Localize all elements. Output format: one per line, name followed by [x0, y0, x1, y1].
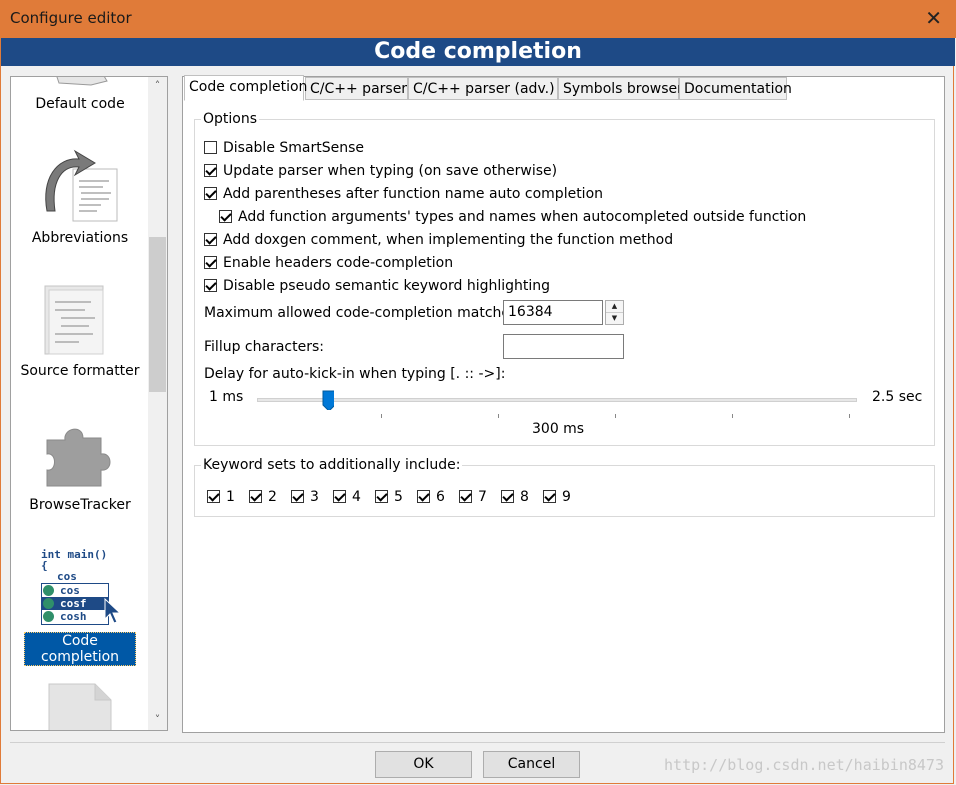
update-parser-checkbox[interactable]: Update parser when typing (on save other…: [204, 161, 557, 181]
spin-up-icon[interactable]: ▲: [606, 301, 623, 313]
keyword-set-6-checkbox[interactable]: 6: [417, 487, 445, 507]
keyword-set-1-checkbox[interactable]: 1: [207, 487, 235, 507]
add-parentheses-checkbox[interactable]: Add parentheses after function name auto…: [204, 184, 603, 204]
add-function-arguments-checkbox[interactable]: Add function arguments' types and names …: [219, 207, 806, 227]
slider-tick: [732, 414, 733, 418]
checkbox-box[interactable]: [219, 210, 232, 223]
sidebar-item-label: Abbreviations: [31, 230, 129, 246]
abbreviations-icon: [45, 149, 118, 222]
delay-min-label: 1 ms: [209, 389, 244, 405]
sidebar-item-label: BrowseTracker: [29, 497, 131, 513]
puzzle-icon: [46, 428, 111, 487]
scrollbar-thumb[interactable]: [149, 237, 166, 392]
sidebar-scrollbar[interactable]: ˄ ˅: [148, 77, 167, 730]
fillup-label: Fillup characters:: [204, 339, 324, 355]
checkbox-box[interactable]: [204, 256, 217, 269]
scroll-down-icon[interactable]: ˅: [148, 713, 167, 726]
keyword-set-7-checkbox[interactable]: 7: [459, 487, 487, 507]
window-title: Configure editor: [10, 9, 132, 27]
delay-slider-track[interactable]: [257, 398, 857, 402]
delay-slider-thumb[interactable]: [322, 390, 334, 410]
keyword-set-2-checkbox[interactable]: 2: [249, 487, 277, 507]
slider-tick: [849, 414, 850, 418]
cursor-icon: [104, 597, 122, 624]
disable-pseudo-semantic-checkbox[interactable]: Disable pseudo semantic keyword highligh…: [204, 276, 550, 296]
close-icon[interactable]: ✕: [925, 7, 942, 29]
keyword-set-5-checkbox[interactable]: 5: [375, 487, 403, 507]
checkbox-box[interactable]: [204, 187, 217, 200]
sidebar-item-label: Source formatter: [20, 363, 140, 379]
tab-documentation[interactable]: Documentation: [679, 77, 792, 100]
footer-separator: [10, 742, 945, 743]
tab-cpp-parser[interactable]: C/C++ parser: [305, 77, 408, 100]
spin-down-icon[interactable]: ▼: [606, 313, 623, 324]
add-doxygen-comment-checkbox[interactable]: Add doxgen comment, when implementing th…: [204, 230, 673, 250]
document-icon: [48, 683, 112, 730]
default-code-icon: [56, 77, 108, 86]
max-matches-label: Maximum allowed code-completion matches:: [204, 305, 523, 321]
checkbox-box[interactable]: [204, 164, 217, 177]
scroll-up-icon[interactable]: ˄: [148, 79, 167, 92]
checkbox-box[interactable]: [204, 279, 217, 292]
keyword-set-9-checkbox[interactable]: 9: [543, 487, 571, 507]
fillup-input[interactable]: [503, 334, 624, 359]
source-formatter-icon: [44, 285, 104, 355]
tab-cpp-parser-adv[interactable]: C/C++ parser (adv.): [408, 77, 558, 100]
options-group-title: Options: [201, 111, 260, 127]
cancel-button[interactable]: Cancel: [483, 751, 580, 778]
checkbox-box[interactable]: [204, 233, 217, 246]
slider-tick: [381, 414, 382, 418]
delay-label: Delay for auto-kick-in when typing [. ::…: [204, 366, 506, 382]
keyword-sets-title: Keyword sets to additionally include:: [201, 457, 463, 473]
disable-smartsense-checkbox[interactable]: Disable SmartSense: [204, 138, 364, 158]
tab-code-completion[interactable]: Code completion: [184, 75, 307, 101]
code-completion-icon: int main() { cos cos cosf cosh: [41, 547, 125, 635]
checkbox-box[interactable]: [204, 141, 217, 154]
sidebar-item-label: Code completion: [24, 632, 136, 666]
title-bar: Configure editor ✕: [0, 0, 956, 38]
keyword-set-3-checkbox[interactable]: 3: [291, 487, 319, 507]
category-list[interactable]: Default code Abbreviations Source format…: [10, 76, 168, 731]
max-matches-input[interactable]: 16384: [503, 300, 603, 325]
sidebar-item-label: Default code: [35, 96, 125, 112]
ok-button[interactable]: OK: [375, 751, 472, 778]
max-matches-spinner[interactable]: ▲ ▼: [605, 300, 624, 325]
keyword-set-4-checkbox[interactable]: 4: [333, 487, 361, 507]
slider-tick: [498, 414, 499, 418]
delay-max-label: 2.5 sec: [872, 389, 923, 405]
slider-tick: [615, 414, 616, 418]
keyword-set-8-checkbox[interactable]: 8: [501, 487, 529, 507]
delay-value-label: 300 ms: [532, 421, 585, 437]
tab-symbols-browser[interactable]: Symbols browser: [558, 77, 683, 100]
enable-headers-checkbox[interactable]: Enable headers code-completion: [204, 253, 453, 273]
page-title: Code completion: [1, 38, 955, 66]
watermark: http://blog.csdn.net/haibin8473: [664, 756, 944, 774]
